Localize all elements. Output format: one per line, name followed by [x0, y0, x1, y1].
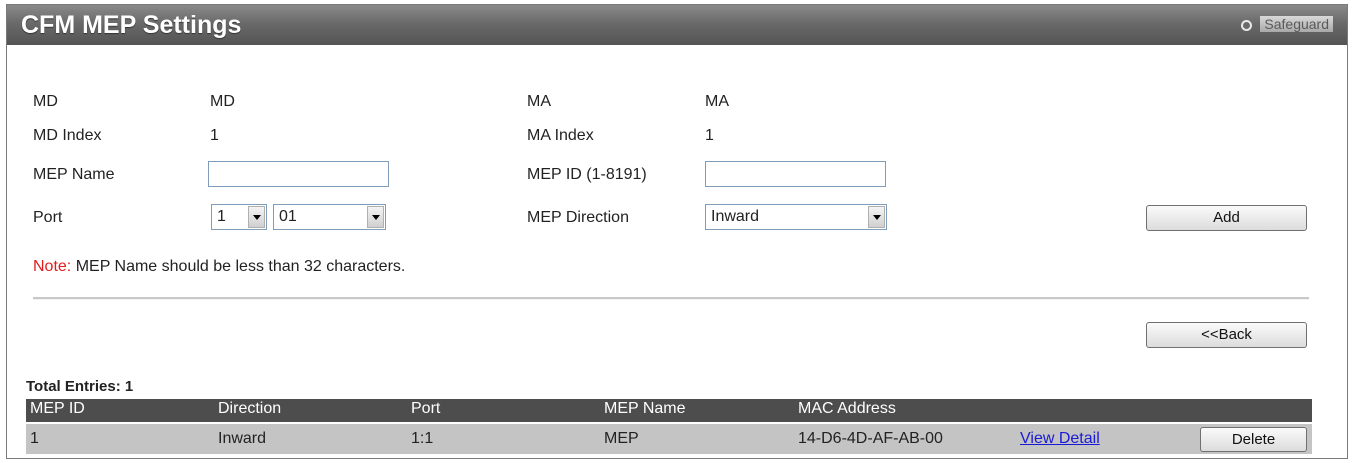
mep-id-input[interactable] [705, 161, 886, 187]
md-index-label: MD Index [33, 127, 102, 144]
delete-button[interactable]: Delete [1200, 427, 1307, 452]
md-label: MD [33, 93, 58, 110]
ma-value: MA [705, 93, 729, 110]
back-button[interactable]: <<Back [1146, 322, 1307, 348]
ma-index-value: 1 [705, 127, 714, 144]
table-header: MEP ID Direction Port MEP Name MAC Addre… [26, 399, 1312, 422]
cell-direction: Inward [218, 430, 267, 447]
cell-mep-name: MEP [604, 430, 639, 447]
cell-mep-id: 1 [30, 430, 39, 447]
port-label: Port [33, 209, 63, 226]
mep-direction-select[interactable]: Inward [705, 204, 887, 230]
port-unit-value: 1 [217, 208, 226, 225]
page-title: CFM MEP Settings [21, 11, 242, 39]
port-value: 01 [279, 208, 297, 225]
note-body: MEP Name should be less than 32 characte… [71, 258, 406, 275]
md-value: MD [210, 93, 235, 110]
chevron-down-icon[interactable] [868, 206, 885, 228]
column-header: MEP Name [604, 400, 686, 417]
mep-direction-value: Inward [711, 208, 760, 225]
ma-index-label: MA Index [527, 127, 594, 144]
md-index-value: 1 [210, 127, 219, 144]
content-frame [6, 4, 1348, 459]
cell-port: 1:1 [411, 430, 434, 447]
divider [33, 297, 1309, 300]
port-unit-select[interactable]: 1 [211, 204, 267, 230]
mep-name-input[interactable] [208, 161, 389, 187]
table-row: 1 Inward 1:1 MEP 14-D6-4D-AF-AB-00 View … [26, 424, 1312, 454]
note-prefix: Note: [33, 258, 72, 275]
safeguard-indicator: Safeguard [1241, 16, 1333, 32]
total-entries: Total Entries: 1 [26, 378, 134, 395]
column-header: Direction [218, 400, 282, 417]
column-header: MAC Address [798, 400, 896, 417]
chevron-down-icon[interactable] [367, 206, 384, 228]
column-header: MEP ID [30, 400, 85, 417]
ma-label: MA [527, 93, 551, 110]
status-dot-icon [1241, 20, 1253, 31]
title-bar: CFM MEP Settings Safeguard [7, 5, 1347, 45]
add-button[interactable]: Add [1146, 205, 1307, 231]
port-select[interactable]: 01 [273, 204, 386, 230]
view-detail-link[interactable]: View Detail [1020, 430, 1100, 448]
mep-id-label: MEP ID (1-8191) [527, 166, 647, 183]
mep-name-label: MEP Name [33, 166, 115, 183]
mep-direction-label: MEP Direction [527, 209, 629, 226]
note-text: Note: MEP Name should be less than 32 ch… [33, 258, 405, 276]
safeguard-label: Safeguard [1260, 16, 1333, 32]
chevron-down-icon[interactable] [248, 206, 265, 228]
cell-mac-address: 14-D6-4D-AF-AB-00 [798, 430, 943, 447]
column-header: Port [411, 400, 441, 417]
